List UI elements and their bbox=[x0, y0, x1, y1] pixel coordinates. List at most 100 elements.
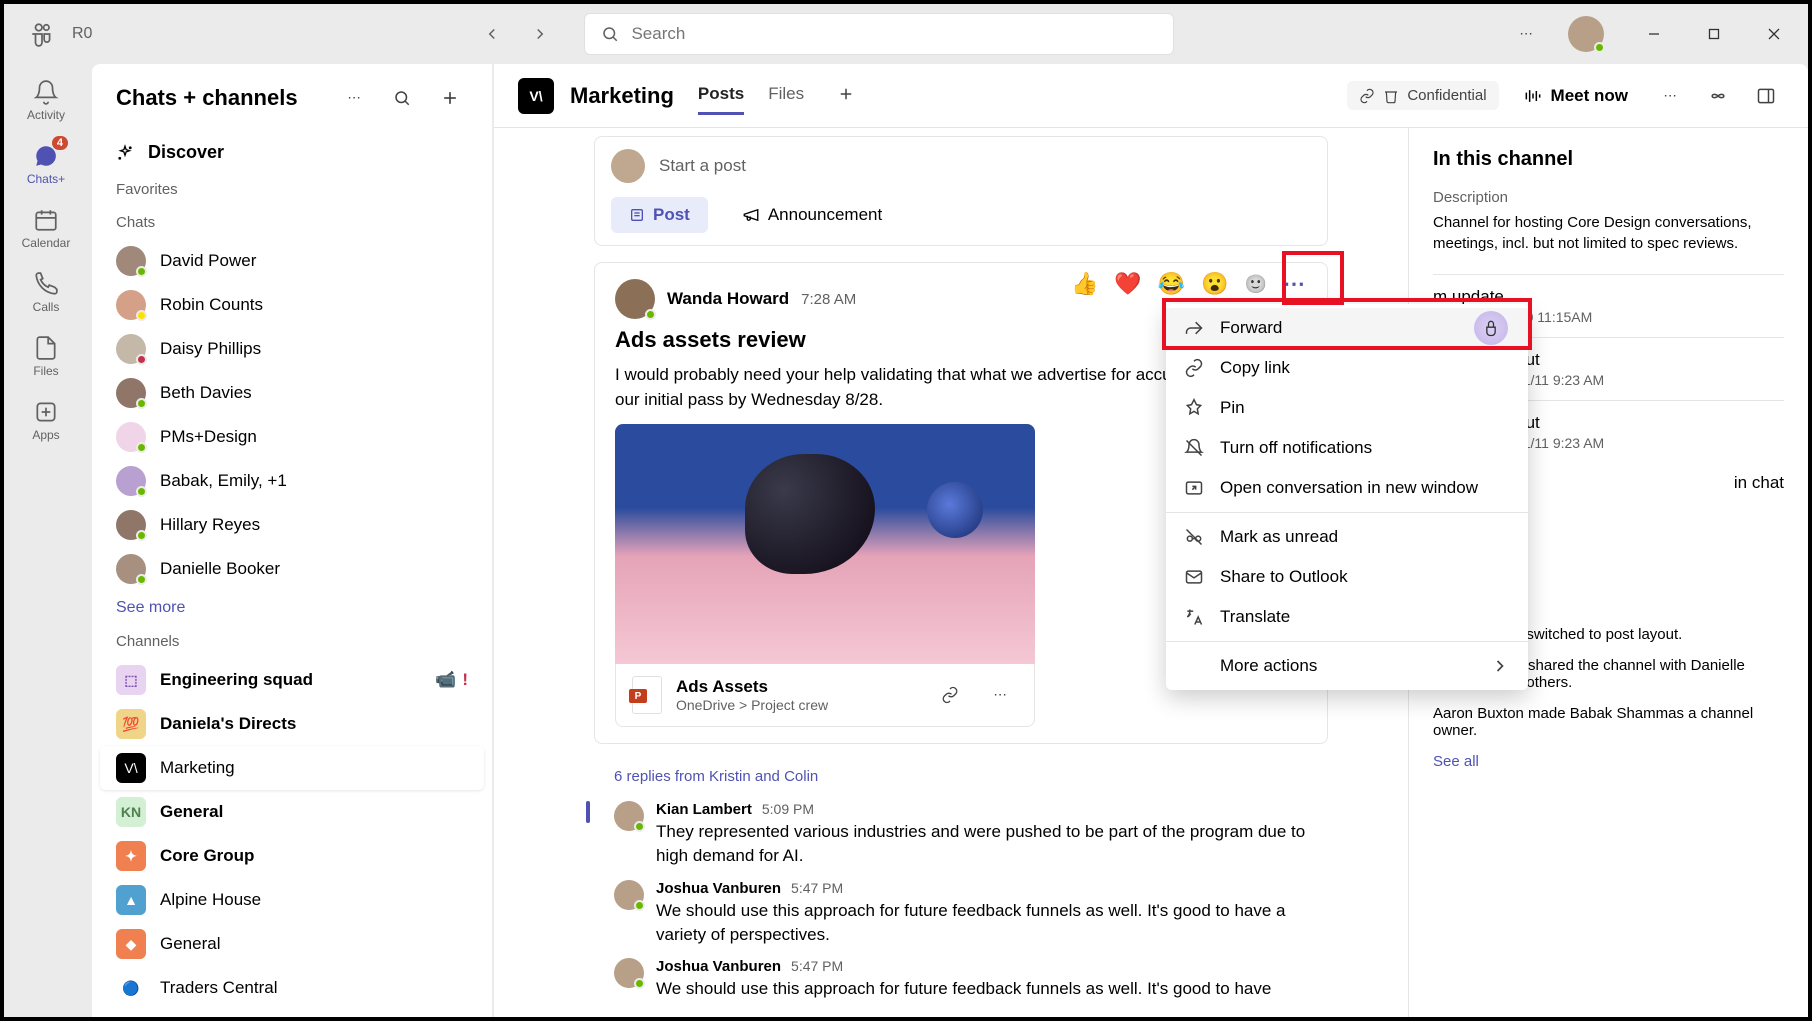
post-icon bbox=[629, 207, 645, 223]
channel-item[interactable]: 💯Daniela's Directs bbox=[92, 702, 492, 746]
reaction-heart[interactable]: ❤️ bbox=[1114, 271, 1141, 297]
chat-item[interactable]: PMs+Design bbox=[92, 415, 492, 459]
channel-item[interactable]: ◆General bbox=[92, 922, 492, 966]
sidebar-search-button[interactable] bbox=[384, 80, 420, 116]
chat-item[interactable]: David Power bbox=[92, 239, 492, 283]
video-icon: 📹 bbox=[435, 670, 456, 690]
nav-back-button[interactable] bbox=[472, 14, 512, 54]
channel-name: Traders Central bbox=[160, 978, 277, 998]
attachment-name: Ads Assets bbox=[676, 677, 918, 697]
copilot-button[interactable] bbox=[1700, 78, 1736, 114]
channel-header: V\ Marketing Posts Files Confidential bbox=[494, 64, 1808, 128]
menu-translate[interactable]: Translate bbox=[1166, 597, 1528, 637]
tab-posts[interactable]: Posts bbox=[698, 76, 744, 115]
titlebar-more-button[interactable]: ⋯ bbox=[1508, 16, 1544, 52]
sidebar-new-button[interactable] bbox=[432, 80, 468, 116]
channel-logo-icon: V\ bbox=[518, 78, 554, 114]
search-input[interactable] bbox=[631, 24, 1157, 44]
post-button[interactable]: Post bbox=[611, 197, 708, 233]
reply-item: Joshua Vanburen5:47 PMWe should use this… bbox=[594, 954, 1328, 1005]
link-icon bbox=[1359, 88, 1375, 104]
post-image[interactable] bbox=[615, 424, 1035, 664]
attachment-card[interactable]: Ads Assets OneDrive > Project crew ⋯ bbox=[615, 664, 1035, 727]
rail-calls[interactable]: Calls bbox=[10, 260, 82, 324]
reply-avatar[interactable] bbox=[614, 958, 644, 988]
apps-icon bbox=[33, 399, 59, 425]
menu-unread[interactable]: Mark as unread bbox=[1166, 517, 1528, 557]
menu-copy-link[interactable]: Copy link bbox=[1166, 348, 1528, 388]
attachment-link-button[interactable] bbox=[932, 677, 968, 713]
user-avatar[interactable] bbox=[1568, 16, 1604, 52]
channel-item[interactable]: ▲Alpine House bbox=[92, 878, 492, 922]
menu-forward[interactable]: Forward bbox=[1166, 308, 1528, 348]
channel-item[interactable]: ✦Core Group bbox=[92, 834, 492, 878]
replies-link[interactable]: 6 replies from Kristin and Colin bbox=[594, 756, 1328, 797]
post-author-avatar[interactable] bbox=[615, 279, 655, 319]
chat-item[interactable]: Beth Davies bbox=[92, 371, 492, 415]
nav-forward-button[interactable] bbox=[520, 14, 560, 54]
rail-activity[interactable]: Activity bbox=[10, 68, 82, 132]
chats-badge: 4 bbox=[52, 136, 68, 150]
reply-author[interactable]: Kian Lambert bbox=[656, 801, 752, 818]
chat-name: Hillary Reyes bbox=[160, 515, 260, 535]
reply-avatar[interactable] bbox=[614, 880, 644, 910]
menu-notifications[interactable]: Turn off notifications bbox=[1166, 428, 1528, 468]
chat-name: Robin Counts bbox=[160, 295, 263, 315]
window-close-button[interactable] bbox=[1748, 14, 1800, 54]
rail-chats[interactable]: 4 Chats+ bbox=[10, 132, 82, 196]
chat-item[interactable]: Robin Counts bbox=[92, 283, 492, 327]
see-more-link[interactable]: See more bbox=[92, 591, 492, 625]
reaction-thumbsup[interactable]: 👍 bbox=[1071, 271, 1098, 297]
reaction-surprised[interactable]: 😮 bbox=[1201, 271, 1228, 297]
channel-more-button[interactable]: ⋯ bbox=[1652, 78, 1688, 114]
menu-more-actions[interactable]: More actions bbox=[1166, 646, 1528, 686]
chat-item[interactable]: Danielle Booker bbox=[92, 547, 492, 591]
tab-files[interactable]: Files bbox=[768, 76, 804, 115]
menu-outlook[interactable]: Share to Outlook bbox=[1166, 557, 1528, 597]
menu-pin[interactable]: Pin bbox=[1166, 388, 1528, 428]
rail-calendar[interactable]: Calendar bbox=[10, 196, 82, 260]
reply-author[interactable]: Joshua Vanburen bbox=[656, 880, 781, 897]
update-line: Aaron Buxton made Babak Shammas a channe… bbox=[1433, 705, 1784, 739]
reply-author[interactable]: Joshua Vanburen bbox=[656, 958, 781, 975]
reply-item: Kian Lambert5:09 PMThey represented vari… bbox=[594, 797, 1328, 872]
reaction-add[interactable]: 🙂 bbox=[1245, 274, 1267, 295]
add-tab-button[interactable] bbox=[828, 76, 864, 112]
channel-item[interactable]: ⬚Engineering squad📹! bbox=[92, 658, 492, 702]
reply-item: Joshua Vanburen5:47 PMWe should use this… bbox=[594, 876, 1328, 951]
reaction-laugh[interactable]: 😂 bbox=[1158, 271, 1185, 297]
sidebar-more-button[interactable]: ⋯ bbox=[336, 80, 372, 116]
bell-off-icon bbox=[1184, 438, 1204, 458]
translate-icon bbox=[1184, 607, 1204, 627]
channel-item[interactable]: 🔵Traders Central bbox=[92, 966, 492, 1010]
menu-open-window[interactable]: Open conversation in new window bbox=[1166, 468, 1528, 508]
panel-toggle-button[interactable] bbox=[1748, 78, 1784, 114]
compose-box[interactable]: Start a post Post Announcement bbox=[594, 136, 1328, 246]
chat-item[interactable]: Hillary Reyes bbox=[92, 503, 492, 547]
chat-name: Daisy Phillips bbox=[160, 339, 261, 359]
chat-item[interactable]: Daisy Phillips bbox=[92, 327, 492, 371]
chat-item[interactable]: Babak, Emily, +1 bbox=[92, 459, 492, 503]
open-window-icon bbox=[1184, 478, 1204, 498]
post-author[interactable]: Wanda Howard bbox=[667, 289, 789, 309]
see-all-link[interactable]: See all bbox=[1433, 753, 1784, 770]
discover-button[interactable]: Discover bbox=[92, 132, 492, 173]
reply-avatar[interactable] bbox=[614, 801, 644, 831]
post-more-icon[interactable]: ⋯ bbox=[1283, 271, 1307, 297]
attachment-more-button[interactable]: ⋯ bbox=[982, 677, 1018, 713]
announcement-button[interactable]: Announcement bbox=[724, 197, 900, 233]
channel-item[interactable]: ●Perfect Score bbox=[92, 1010, 492, 1017]
reply-time: 5:47 PM bbox=[791, 880, 843, 896]
reactions-bar: 👍 ❤️ 😂 😮 🙂 ⋯ bbox=[1071, 271, 1307, 297]
channel-item[interactable]: KNGeneral bbox=[92, 790, 492, 834]
rail-apps[interactable]: Apps bbox=[10, 388, 82, 452]
window-maximize-button[interactable] bbox=[1688, 14, 1740, 54]
rail-files[interactable]: Files bbox=[10, 324, 82, 388]
confidential-pill[interactable]: Confidential bbox=[1347, 81, 1498, 110]
channel-item[interactable]: V\Marketing bbox=[100, 746, 484, 790]
channel-name: Engineering squad bbox=[160, 670, 313, 690]
window-minimize-button[interactable] bbox=[1628, 14, 1680, 54]
reply-body: They represented various industries and … bbox=[656, 820, 1308, 868]
meet-now-button[interactable]: Meet now bbox=[1511, 78, 1640, 114]
global-search[interactable] bbox=[584, 13, 1174, 55]
